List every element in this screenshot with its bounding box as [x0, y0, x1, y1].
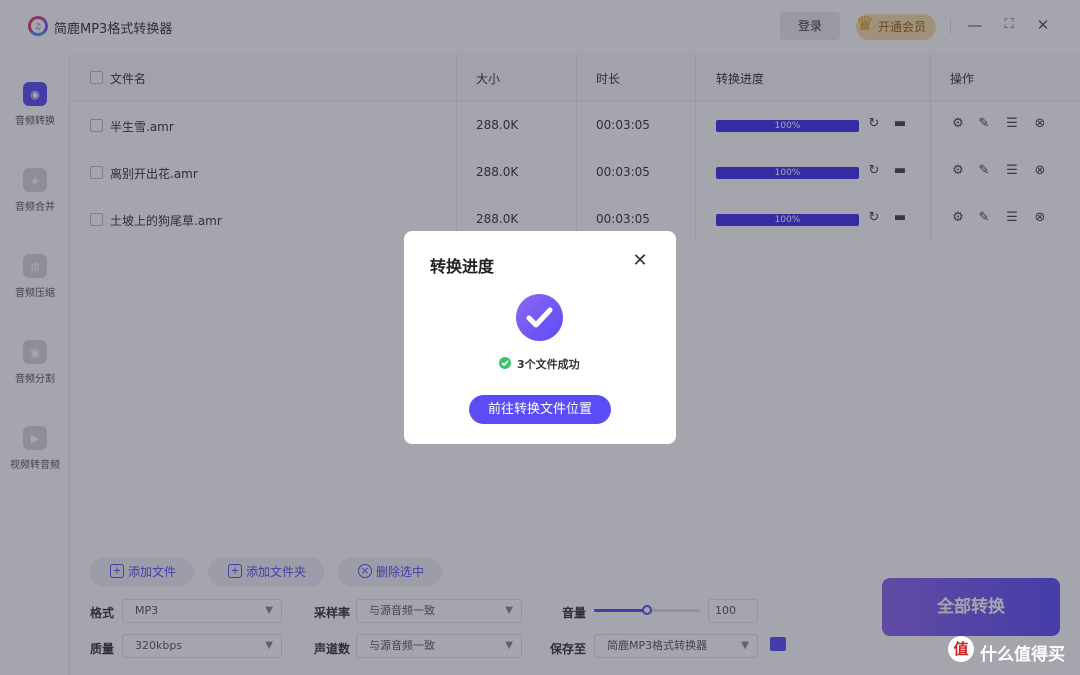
success-dot-icon — [499, 357, 511, 369]
success-message: 3个文件成功 — [517, 358, 580, 371]
conversion-progress-dialog: 转换进度 ✕ 3个文件成功 前往转换文件位置 — [404, 231, 676, 444]
watermark-badge: 值 — [948, 636, 974, 662]
watermark-text: 什么值得买 — [980, 645, 1065, 665]
goto-output-folder-button[interactable]: 前往转换文件位置 — [469, 395, 611, 424]
close-icon[interactable]: ✕ — [630, 251, 650, 271]
dialog-title: 转换进度 — [430, 257, 495, 276]
success-check-icon — [516, 294, 563, 341]
watermark: 值 什么值得买 — [948, 634, 1080, 670]
